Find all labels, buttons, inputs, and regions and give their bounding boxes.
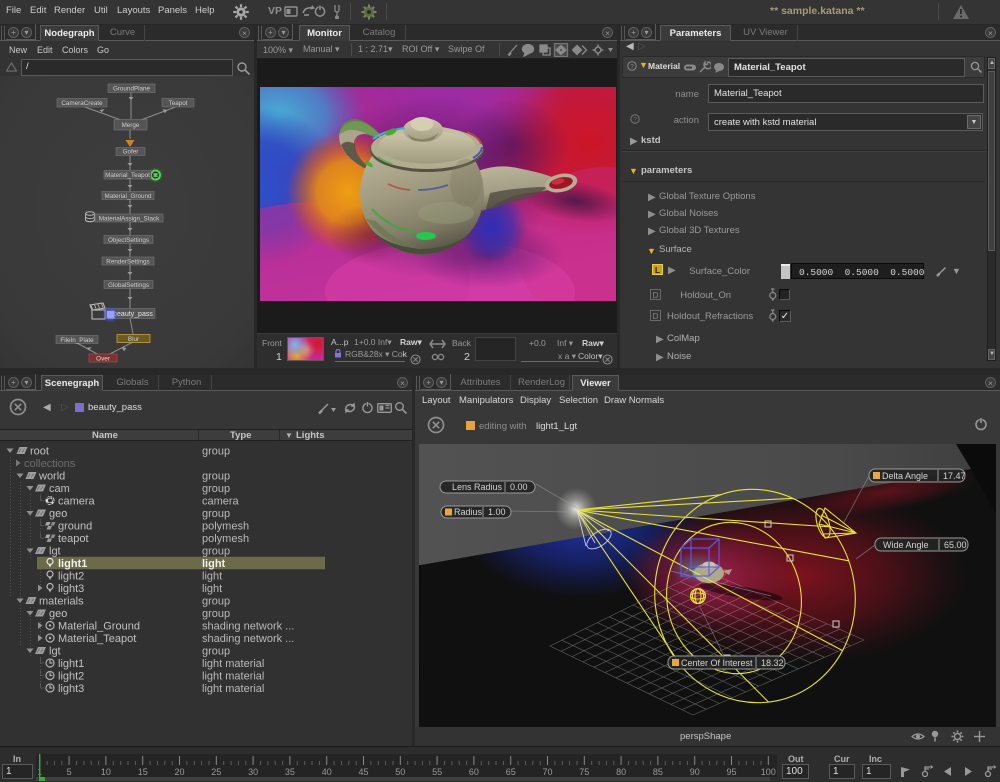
svg-text:light: light: [202, 583, 222, 595]
svg-text:25: 25: [211, 767, 221, 777]
svg-text:shading network ...: shading network ...: [202, 633, 294, 645]
svg-text:light material: light material: [202, 683, 264, 695]
svg-text:?: ?: [630, 63, 634, 70]
svg-text:light2: light2: [58, 570, 84, 582]
svg-text:group: group: [202, 445, 230, 457]
svg-text:light3: light3: [58, 583, 84, 595]
svg-text:teapot: teapot: [58, 533, 89, 545]
svg-text:1: 1: [37, 767, 42, 777]
svg-text:80: 80: [616, 767, 626, 777]
svg-text:Material_Ground: Material_Ground: [105, 193, 152, 200]
svg-text:collections: collections: [24, 458, 76, 470]
svg-text:polymesh: polymesh: [202, 533, 249, 545]
svg-text:camera: camera: [202, 495, 240, 507]
svg-text:light: light: [202, 570, 222, 582]
svg-text:Merge: Merge: [122, 122, 140, 129]
svg-text:group: group: [202, 595, 230, 607]
svg-text:100: 100: [761, 767, 776, 777]
svg-text:light1: light1: [58, 658, 84, 670]
svg-text:geo: geo: [49, 608, 67, 620]
svg-text:light3: light3: [58, 683, 84, 695]
svg-text:17.47: 17.47: [943, 471, 966, 481]
svg-text:camera: camera: [58, 495, 96, 507]
svg-text:Material_Teapot: Material_Teapot: [58, 633, 136, 645]
svg-text:beauty_pass: beauty_pass: [113, 311, 153, 318]
svg-text:cam: cam: [49, 483, 70, 495]
svg-text:18.32: 18.32: [761, 658, 784, 668]
svg-text:5: 5: [67, 767, 72, 777]
svg-text:Teapot: Teapot: [169, 100, 188, 107]
svg-text:group: group: [202, 470, 230, 482]
svg-text:Delta Angle: Delta Angle: [882, 471, 928, 481]
svg-text:CameraCreate: CameraCreate: [61, 100, 103, 107]
svg-text:70: 70: [542, 767, 552, 777]
svg-text:polymesh: polymesh: [202, 520, 249, 532]
svg-text:light material: light material: [202, 658, 264, 670]
svg-text:40: 40: [322, 767, 332, 777]
svg-text:15: 15: [138, 767, 148, 777]
svg-text:ObjectSettings: ObjectSettings: [108, 237, 149, 244]
svg-text:GroundPlane: GroundPlane: [113, 86, 151, 93]
svg-text:light: light: [202, 558, 226, 570]
svg-text:65: 65: [506, 767, 516, 777]
svg-text:Gofer: Gofer: [123, 149, 139, 156]
svg-text:30: 30: [248, 767, 258, 777]
svg-text:Radius: Radius: [454, 507, 483, 517]
svg-text:65.00: 65.00: [944, 540, 967, 550]
svg-text:Blur: Blur: [128, 336, 139, 343]
svg-text:group: group: [202, 645, 230, 657]
svg-text:Lens Radius: Lens Radius: [452, 482, 503, 492]
svg-text:group: group: [202, 608, 230, 620]
svg-text:?: ?: [633, 116, 637, 123]
svg-text:55: 55: [432, 767, 442, 777]
svg-text:FileIn_Plate: FileIn_Plate: [60, 337, 94, 344]
svg-text:75: 75: [579, 767, 589, 777]
svg-text:Material_Ground: Material_Ground: [58, 620, 140, 632]
svg-text:world: world: [38, 470, 65, 482]
svg-text:20: 20: [174, 767, 184, 777]
svg-text:1.00: 1.00: [488, 507, 506, 517]
svg-text:MaterialAssign_Stack: MaterialAssign_Stack: [99, 216, 160, 223]
svg-text:60: 60: [469, 767, 479, 777]
svg-text:Material_Teapot: Material_Teapot: [105, 172, 150, 179]
svg-text:root: root: [30, 445, 49, 457]
svg-text:group: group: [202, 545, 230, 557]
svg-text:group: group: [202, 483, 230, 495]
svg-text:light2: light2: [58, 670, 84, 682]
svg-text:95: 95: [726, 767, 736, 777]
svg-text:90: 90: [690, 767, 700, 777]
svg-text:35: 35: [285, 767, 295, 777]
svg-text:materials: materials: [39, 595, 84, 607]
svg-text:50: 50: [395, 767, 405, 777]
svg-text:shading network ...: shading network ...: [202, 620, 294, 632]
svg-text:lgt: lgt: [49, 545, 61, 557]
svg-text:Center Of Interest: Center Of Interest: [681, 658, 753, 668]
svg-text:lgt: lgt: [49, 645, 61, 657]
svg-text:0.00: 0.00: [510, 482, 528, 492]
svg-text:ground: ground: [58, 520, 92, 532]
svg-text:Wide Angle: Wide Angle: [883, 540, 929, 550]
svg-text:group: group: [202, 508, 230, 520]
svg-text:light1: light1: [58, 558, 87, 570]
svg-text:geo: geo: [49, 508, 67, 520]
svg-text:10: 10: [101, 767, 111, 777]
svg-text:GlobalSettings: GlobalSettings: [108, 282, 149, 289]
svg-text:light material: light material: [202, 670, 264, 682]
svg-text:85: 85: [653, 767, 663, 777]
svg-text:Over: Over: [96, 356, 110, 363]
svg-text:RenderSettings: RenderSettings: [106, 259, 149, 266]
svg-text:45: 45: [358, 767, 368, 777]
